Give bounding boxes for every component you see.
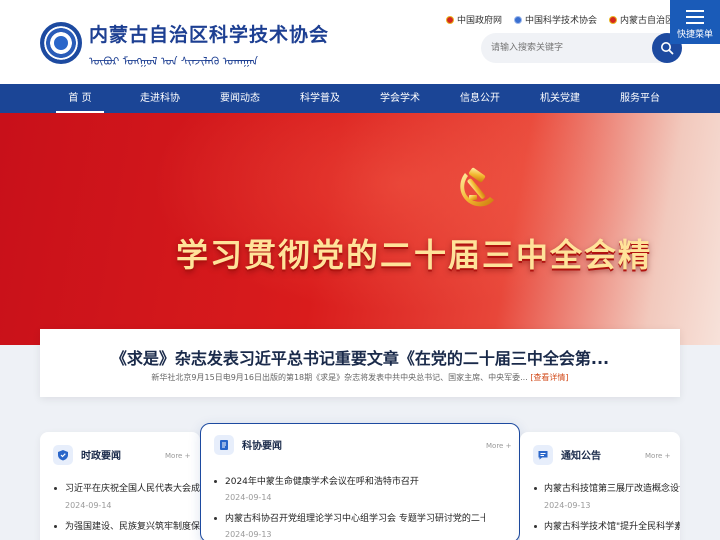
main-nav: 首 页 走进科协 要闻动态 科学普及 学会学术 信息公开 机关党建 服务平台 (0, 84, 720, 113)
globe-icon (52, 34, 70, 52)
news-card-cast: 科协要闻 More + 2024年中蒙生命健康学术会议在呼和浩特市召开 2024… (200, 423, 520, 540)
quick-menu-label: 快捷菜单 (676, 30, 713, 40)
national-emblem-icon (446, 15, 454, 24)
headline-summary-text: 新华社北京9月15日电9月16日出版的第18期《求是》杂志将发表中共中央总书记、… (151, 373, 528, 382)
site-title[interactable]: 内蒙古自治区科学技术协会 (89, 20, 329, 47)
site-header: 内蒙古自治区科学技术协会 ᠥᠪᠦᠷ ᠮᠣᠩᠭᠣᠯ ᠤᠨ ᠰᠢᠨᠵᠢᠯᠡᠬᠦ ᠤᠬ… (0, 0, 720, 84)
message-icon (533, 445, 553, 465)
document-icon (214, 435, 234, 455)
headline-title[interactable]: 《求是》杂志发表习近平总书记重要文章《在党的二十届三中全会第... (40, 345, 680, 369)
nav-item-services[interactable]: 服务平台 (615, 84, 665, 113)
search-box (481, 33, 681, 63)
list-item-date: 2024-09-13 (225, 530, 272, 539)
headline-card[interactable]: 《求是》杂志发表习近平总书记重要文章《在党的二十届三中全会第... 新华社北京9… (40, 329, 680, 397)
search-input[interactable] (491, 40, 651, 56)
list-item-date: 2024-09-14 (225, 493, 272, 502)
headline-more-link[interactable]: [查看详情] (530, 373, 568, 382)
list-item[interactable]: 2024年中蒙生命健康学术会议在呼和浩特市召开 (225, 474, 510, 487)
card-title: 时政要闻 (81, 451, 121, 462)
top-link-label: 中国政府网 (457, 16, 503, 26)
news-card-notices: 通知公告 More + 内蒙古科技馆第三展厅改造概念设计方案征集公告 2024-… (520, 432, 680, 540)
list-item[interactable]: 内蒙古科学技术馆"提升全民科学素质"项目公告 (544, 519, 680, 532)
party-emblem-icon (460, 167, 494, 207)
list-item-date: 2024-09-14 (65, 501, 112, 510)
news-card-politics: 时政要闻 More + 习近平在庆祝全国人民代表大会成立70周年大会上发表重要讲… (40, 432, 200, 540)
nav-item-academic[interactable]: 学会学术 (375, 84, 425, 113)
nav-item-party-building[interactable]: 机关党建 (535, 84, 585, 113)
hero-banner[interactable]: 学习贯彻党的二十届三中全会精 (0, 113, 720, 345)
shield-icon (53, 445, 73, 465)
site-title-mongolian: ᠥᠪᠦᠷ ᠮᠣᠩᠭᠣᠯ ᠤᠨ ᠰᠢᠨᠵᠢᠯᠡᠬᠦ ᠤᠬᠠᠭᠠᠨ (89, 55, 258, 68)
nav-item-home[interactable]: 首 页 (56, 84, 104, 113)
headline-summary: 新华社北京9月15日电9月16日出版的第18期《求是》杂志将发表中共中央总书记、… (40, 372, 680, 383)
list-item[interactable]: 内蒙古科协召开党组理论学习中心组学习会 专题学习研讨党的二十届三中全会精神 (225, 511, 485, 524)
national-emblem-icon (609, 15, 618, 24)
nav-item-news[interactable]: 要闻动态 (215, 84, 265, 113)
banner-slogan: 学习贯彻党的二十届三中全会精 (176, 236, 653, 274)
top-link-cast[interactable]: 中国科学技术协会 (514, 13, 597, 26)
top-link-label: 中国科学技术协会 (525, 16, 598, 26)
card-more-link[interactable]: More + (645, 452, 670, 460)
card-more-link[interactable]: More + (165, 452, 190, 460)
card-title: 科协要闻 (242, 441, 282, 452)
top-link-gov-cn[interactable]: 中国政府网 (446, 13, 502, 26)
list-item-date: 2024-09-13 (544, 501, 591, 510)
card-more-link[interactable]: More + (486, 442, 511, 450)
nav-item-about[interactable]: 走进科协 (135, 84, 185, 113)
cast-logo-icon (514, 15, 523, 24)
list-item[interactable]: 内蒙古科技馆第三展厅改造概念设计方案征集公告 (544, 481, 680, 494)
card-title: 通知公告 (561, 451, 601, 462)
list-item[interactable]: 习近平在庆祝全国人民代表大会成立70周年大会上发表重要讲话 (65, 481, 200, 494)
menu-icon (686, 10, 704, 28)
list-item[interactable]: 为强国建设、民族复兴筑牢制度保障 (65, 519, 200, 532)
top-links: 中国政府网 中国科学技术协会 内蒙古自治区政府 (446, 13, 692, 26)
nav-item-disclosure[interactable]: 信息公开 (455, 84, 505, 113)
quick-menu-button[interactable]: 快捷菜单 (670, 0, 720, 44)
nav-item-popular-science[interactable]: 科学普及 (295, 84, 345, 113)
